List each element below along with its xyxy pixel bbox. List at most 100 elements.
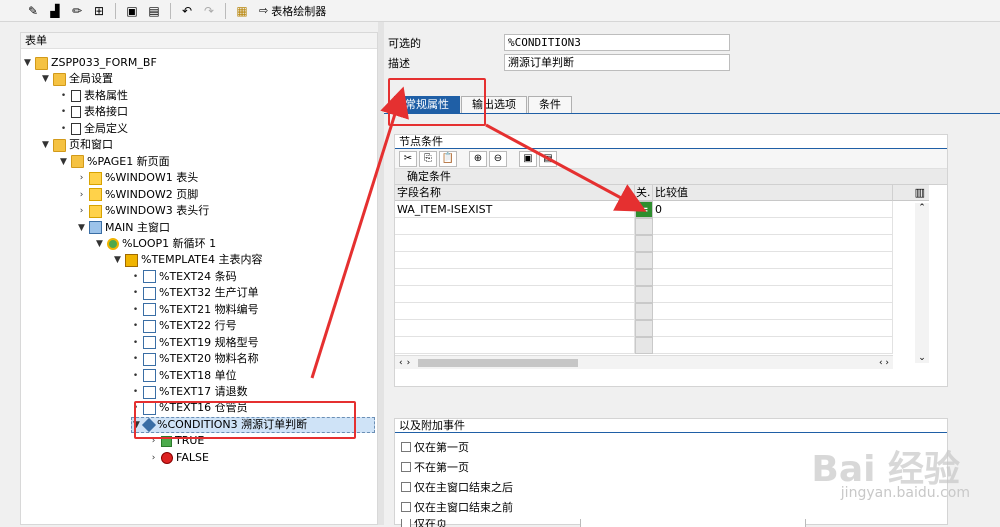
cell-value[interactable] [653, 252, 893, 269]
tree-node[interactable]: • 全局定义 [59, 121, 128, 137]
field-list-icon[interactable]: ▤ [539, 150, 557, 167]
expand-toggle-icon: • [132, 321, 139, 332]
checkbox-first-page-only[interactable]: 仅在第一页 [401, 439, 469, 455]
cell-value[interactable] [653, 286, 893, 303]
form-painter-button[interactable]: ⇨ 表格绘制器 [255, 3, 326, 19]
column-config-icon[interactable]: ▥ [893, 185, 929, 201]
tree-node[interactable]: • %TEXT24 条码 [131, 269, 237, 285]
description-field[interactable]: 溯源订单判断 [504, 54, 730, 71]
cell-value[interactable] [653, 303, 893, 320]
tree-node[interactable]: ▼ 页和窗口 [41, 137, 113, 153]
cell-operator[interactable] [635, 303, 653, 320]
stamp-icon[interactable]: ⊞ [90, 2, 108, 20]
expand-toggle-icon: • [132, 354, 139, 365]
cell-value[interactable] [653, 337, 893, 354]
checkbox-box[interactable] [401, 442, 411, 452]
tree-node[interactable]: • %TEXT20 物料名称 [131, 351, 259, 367]
checkbox-box[interactable] [401, 462, 411, 472]
pencil-glasses-icon[interactable]: ✎ [24, 2, 42, 20]
tree-node[interactable]: ▼ 全局设置 [41, 71, 113, 87]
tree-node[interactable]: • 表格接口 [59, 104, 128, 120]
col-header-op[interactable]: 关. [635, 185, 653, 201]
cell-operator[interactable] [635, 337, 653, 354]
cell-operator[interactable] [635, 218, 653, 235]
cell-operator[interactable] [635, 235, 653, 252]
cell-value[interactable] [653, 269, 893, 286]
tree-node[interactable]: ▼ %LOOP1 新循环 1 [95, 236, 216, 252]
frame-icon[interactable]: ▣ [123, 2, 141, 20]
checkbox-before-main-end[interactable]: 仅在主窗口结束之前 [401, 499, 513, 515]
checkbox-after-main-end[interactable]: 仅在主窗口结束之后 [401, 479, 513, 495]
redo-icon[interactable]: ↷ [200, 2, 218, 20]
cell-operator[interactable]: = [635, 201, 653, 218]
cell-value[interactable] [653, 218, 893, 235]
expand-toggle-icon[interactable]: › [77, 170, 86, 186]
insert-row-icon[interactable]: ⊕ [469, 150, 487, 167]
tree-node[interactable]: • %TEXT21 物料编号 [131, 302, 259, 318]
tree-node[interactable]: • 表格属性 [59, 88, 128, 104]
col-header-field[interactable]: 字段名称 [395, 185, 635, 201]
undo-icon[interactable]: ↶ [178, 2, 196, 20]
cell-field[interactable] [395, 337, 635, 354]
node-name-field[interactable]: %CONDITION3 [504, 34, 730, 51]
horizontal-scrollbar[interactable]: ‹ › ‹ › [395, 355, 893, 369]
expand-toggle-icon[interactable]: ▼ [113, 252, 122, 268]
expand-toggle-icon[interactable]: ▼ [59, 154, 68, 170]
cell-field[interactable] [395, 252, 635, 269]
cell-field[interactable] [395, 303, 635, 320]
tree-node[interactable]: • %TEXT22 行号 [131, 318, 237, 334]
tree-node[interactable]: › %WINDOW2 页脚 [77, 187, 198, 203]
expand-toggle-icon[interactable]: ▼ [41, 71, 50, 87]
cell-value[interactable] [653, 235, 893, 252]
tree-node[interactable]: ▼ ZSPP033_FORM_BF [23, 55, 157, 71]
tree-node[interactable]: • %TEXT18 单位 [131, 368, 237, 384]
tree-node[interactable]: • %TEXT32 生产订单 [131, 285, 259, 301]
cell-field[interactable] [395, 235, 635, 252]
delete-row-icon[interactable]: ⊖ [489, 150, 507, 167]
page-select[interactable] [580, 519, 806, 527]
tree-node[interactable]: › FALSE [149, 450, 209, 466]
checkbox-box[interactable] [401, 482, 411, 492]
save-frame-icon[interactable]: ▤ [145, 2, 163, 20]
expand-toggle-icon[interactable]: ▼ [41, 137, 50, 153]
cell-operator[interactable] [635, 252, 653, 269]
checkbox-not-first-page[interactable]: 不在第一页 [401, 459, 469, 475]
tree-node[interactable]: › %WINDOW3 表头行 [77, 203, 209, 219]
checkbox-box[interactable] [401, 502, 411, 512]
cell-operator[interactable] [635, 269, 653, 286]
expand-toggle-icon[interactable]: › [149, 450, 158, 466]
cut-icon[interactable]: ✂ [399, 150, 417, 167]
vertical-scrollbar[interactable]: ⌃ ⌄ [915, 203, 929, 363]
expand-toggle-icon[interactable]: ▼ [77, 220, 86, 236]
tab-conditions[interactable]: 条件 [528, 96, 572, 114]
cell-field[interactable] [395, 320, 635, 337]
tree-node[interactable]: ▼ %TEMPLATE4 主表内容 [113, 252, 262, 268]
bucket-icon[interactable]: ▟ [46, 2, 64, 20]
check-icon[interactable]: ▣ [519, 150, 537, 167]
cell-field[interactable] [395, 218, 635, 235]
expand-toggle-icon[interactable]: › [77, 187, 86, 203]
expand-toggle-icon[interactable]: ▼ [23, 55, 32, 71]
tree-node[interactable]: ▼ MAIN 主窗口 [77, 220, 170, 236]
cell-operator[interactable] [635, 320, 653, 337]
cell-value[interactable] [653, 320, 893, 337]
tree-node[interactable]: › %WINDOW1 表头 [77, 170, 198, 186]
expand-toggle-icon[interactable]: › [77, 203, 86, 219]
cell-field[interactable]: WA_ITEM-ISEXIST [395, 201, 635, 218]
checkbox-box[interactable] [401, 519, 411, 527]
tree-node[interactable]: ▼ %PAGE1 新页面 [59, 154, 170, 170]
pencil-icon[interactable]: ✏ [68, 2, 86, 20]
copy-icon[interactable]: ⎘ [419, 150, 437, 167]
cell-field[interactable] [395, 286, 635, 303]
document-icon [71, 122, 81, 135]
cell-field[interactable] [395, 269, 635, 286]
cell-value[interactable]: 0 [653, 201, 893, 218]
col-header-value[interactable]: 比较值 [653, 185, 893, 201]
cell-operator[interactable] [635, 286, 653, 303]
form-icon[interactable]: ▦ [233, 2, 251, 20]
tree-node[interactable]: • %TEXT17 请退数 [131, 384, 248, 400]
paste-icon[interactable]: 📋 [439, 150, 457, 167]
tree-node[interactable]: • %TEXT19 规格型号 [131, 335, 259, 351]
expand-toggle-icon[interactable]: ▼ [95, 236, 104, 252]
checkbox-only-page[interactable]: 仅在页 [401, 519, 806, 527]
